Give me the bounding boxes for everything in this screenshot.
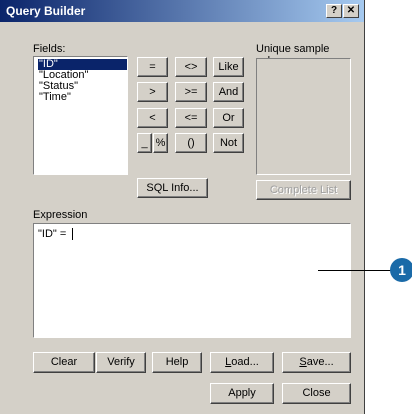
expression-label: Expression <box>33 209 88 221</box>
fields-label: Fields: <box>33 43 66 55</box>
load-button[interactable]: Load... <box>210 352 274 373</box>
unique-values-list[interactable] <box>256 58 351 175</box>
field-item-time[interactable]: "Time" <box>38 92 72 103</box>
expression-textbox[interactable]: "ID" = <box>33 223 351 338</box>
op-not-button[interactable]: Not <box>213 133 244 153</box>
op-and-button[interactable]: And <box>213 82 244 102</box>
op-less-button[interactable]: < <box>137 108 168 128</box>
expression-text: "ID" = <box>38 228 67 240</box>
sql-info-button[interactable]: SQL Info... <box>137 178 208 198</box>
op-greater-button[interactable]: > <box>137 82 168 102</box>
fields-list[interactable]: "ID" "Location" "Status" "Time" <box>33 56 128 175</box>
close-title-button[interactable]: ✕ <box>343 4 359 18</box>
op-equals-button[interactable]: = <box>137 57 168 77</box>
op-less-equal-button[interactable]: <= <box>175 108 207 128</box>
save-button[interactable]: Save... <box>282 352 351 373</box>
title-bar: Query Builder ? ✕ <box>0 0 364 22</box>
verify-button[interactable]: Verify <box>96 352 146 373</box>
op-or-button[interactable]: Or <box>213 108 244 128</box>
query-builder-dialog: Query Builder ? ✕ Fields: "ID" "Location… <box>0 0 365 414</box>
apply-button[interactable]: Apply <box>210 383 274 404</box>
window-title: Query Builder <box>6 4 86 18</box>
op-not-equal-button[interactable]: <> <box>175 57 207 77</box>
clear-button[interactable]: Clear <box>33 352 95 373</box>
save-label: ave... <box>306 356 334 368</box>
load-label: oad... <box>231 356 259 368</box>
op-parens-button[interactable]: () <box>175 133 207 153</box>
help-button[interactable]: Help <box>152 352 202 373</box>
op-percent-button[interactable]: % <box>153 133 168 153</box>
complete-list-button[interactable]: Complete List <box>256 180 351 200</box>
help-title-button[interactable]: ? <box>326 4 342 18</box>
text-cursor <box>72 228 73 240</box>
op-underscore-button[interactable]: _ <box>137 133 152 153</box>
op-greater-equal-button[interactable]: >= <box>175 82 207 102</box>
callout-leader-line <box>318 270 391 271</box>
callout-badge: 1 <box>390 258 412 282</box>
save-accelerator: S <box>299 356 307 368</box>
op-like-button[interactable]: Like <box>213 57 244 77</box>
close-button[interactable]: Close <box>282 383 351 404</box>
